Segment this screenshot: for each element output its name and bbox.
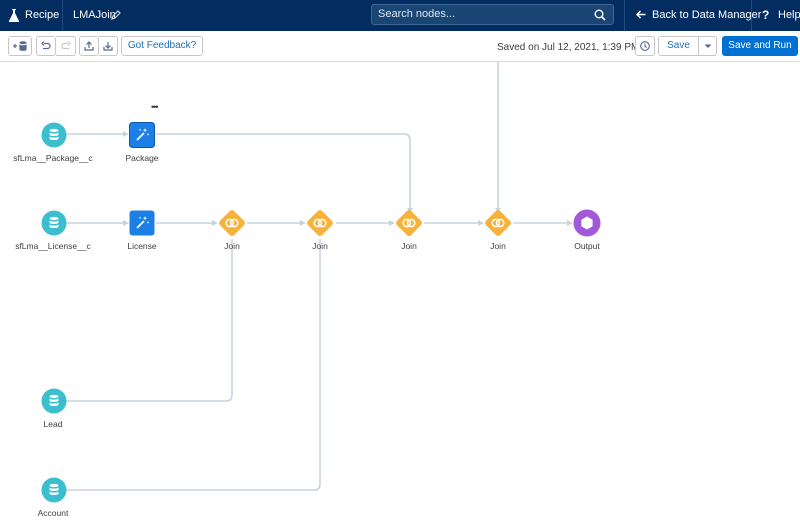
node-label: Join [312, 241, 328, 251]
download-button[interactable] [99, 36, 118, 56]
node-label: sfLma__License__c [15, 241, 91, 251]
history-icon [640, 41, 650, 51]
divider [751, 0, 752, 31]
node-join-4[interactable] [483, 208, 513, 238]
node-package-source[interactable] [41, 122, 67, 148]
node-label: Output [574, 241, 600, 251]
node-label: Package [125, 153, 159, 163]
node-label: Join [224, 241, 240, 251]
database-icon [41, 122, 67, 148]
join-icon [396, 210, 422, 236]
database-icon [41, 210, 67, 236]
edge [66, 239, 233, 402]
add-data-button[interactable] [8, 36, 32, 56]
magic-wand-icon [129, 210, 155, 236]
output-hexagon-icon [573, 209, 601, 237]
node-label: Lead [43, 419, 63, 429]
edge [66, 239, 321, 491]
upload-icon [84, 41, 94, 51]
node-join-1[interactable] [217, 208, 247, 238]
search-icon[interactable] [594, 9, 606, 21]
node-license-transform[interactable] [129, 210, 155, 236]
history-button[interactable] [635, 36, 655, 56]
save-button[interactable]: Save [658, 36, 699, 56]
node-join-2[interactable] [305, 208, 335, 238]
save-and-run-button[interactable]: Save and Run [722, 36, 798, 56]
arrow-left-icon [636, 10, 646, 19]
redo-icon [60, 41, 71, 50]
divider [624, 0, 625, 31]
node-account-source[interactable] [41, 477, 67, 503]
flask-icon [8, 9, 20, 22]
add-database-icon [13, 41, 27, 51]
recipe-name[interactable]: LMAJoin [73, 9, 116, 21]
search-placeholder: Search nodes... [378, 8, 456, 20]
node-join-3[interactable] [394, 208, 424, 238]
node-package-transform[interactable] [129, 122, 155, 148]
undo-button[interactable] [36, 36, 56, 56]
edges-layer [66, 62, 573, 491]
recipe-canvas[interactable]: sfLma__Package__c ••• Package sfLma__Lic… [0, 62, 800, 526]
redo-button[interactable] [56, 36, 76, 56]
join-icon [219, 210, 245, 236]
node-lead-source[interactable] [41, 388, 67, 414]
edge [156, 133, 411, 210]
upload-button[interactable] [79, 36, 99, 56]
chevron-down-icon [704, 44, 712, 48]
top-bar: Recipe LMAJoin Search nodes... Back to D… [0, 0, 800, 31]
node-label: Join [401, 241, 417, 251]
join-icon [485, 210, 511, 236]
app-label: Recipe [25, 9, 60, 21]
toolbar: Got Feedback? Saved on Jul 12, 2021, 1:3… [0, 31, 800, 62]
undo-icon [41, 41, 51, 50]
got-feedback-button[interactable]: Got Feedback? [121, 36, 203, 56]
node-label: sfLma__Package__c [13, 153, 93, 163]
database-icon [41, 477, 67, 503]
save-options-dropdown[interactable] [699, 36, 717, 56]
question-icon: ? [762, 8, 770, 22]
node-label: License [127, 241, 157, 251]
database-icon [41, 388, 67, 414]
saved-status: Saved on Jul 12, 2021, 1:39 PM [497, 42, 640, 53]
app-switcher[interactable]: Recipe [0, 0, 62, 31]
pencil-icon[interactable] [111, 9, 121, 20]
search-input[interactable]: Search nodes... [371, 4, 614, 25]
divider [62, 0, 63, 31]
more-options-icon[interactable]: ••• [151, 102, 159, 112]
download-icon [103, 42, 113, 51]
magic-wand-icon [129, 122, 155, 148]
join-icon [307, 210, 333, 236]
back-label: Back to Data Manager [652, 9, 762, 21]
node-output[interactable] [573, 209, 601, 237]
node-label: Join [490, 241, 506, 251]
node-license-source[interactable] [41, 210, 67, 236]
node-label: Account [37, 508, 69, 518]
help-label: Help [778, 9, 800, 21]
